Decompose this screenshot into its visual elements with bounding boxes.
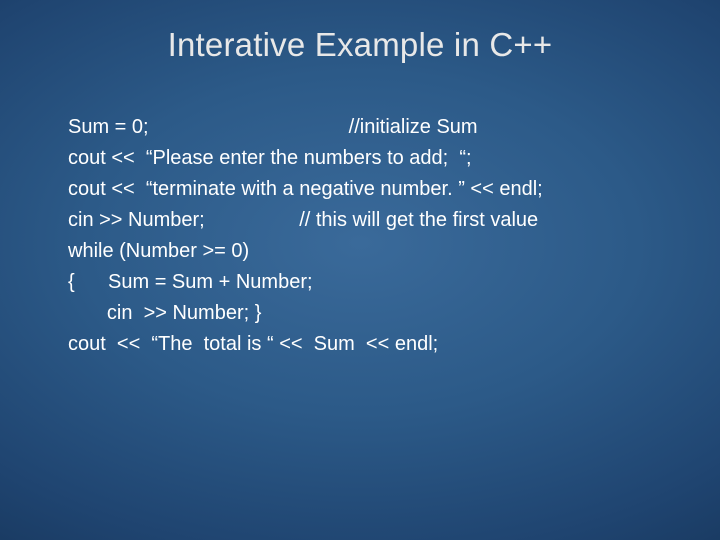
code-line: Sum = 0; //initialize Sum [68,116,478,138]
code-line: cout << “terminate with a negative numbe… [68,178,543,200]
code-line: { Sum = Sum + Number; [68,271,313,293]
slide: Interative Example in C++ Sum = 0; //ini… [0,0,720,540]
code-line: cout << “The total is “ << Sum << endl; [68,333,438,355]
code-line: cin >> Number; } [68,302,261,324]
slide-title: Interative Example in C++ [0,0,720,64]
code-line: cin >> Number; // this will get the firs… [68,209,538,231]
code-line: cout << “Please enter the numbers to add… [68,147,472,169]
code-line: while (Number >= 0) [68,240,249,262]
code-block: Sum = 0; //initialize Sum cout << “Pleas… [0,64,720,360]
